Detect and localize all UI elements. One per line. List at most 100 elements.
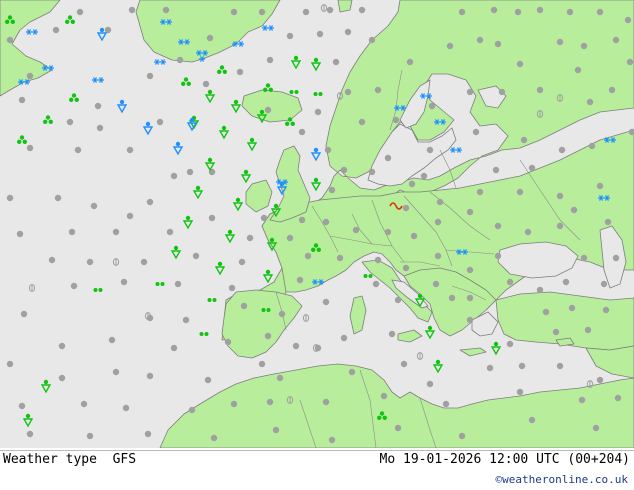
- snow-symbol: [598, 195, 610, 201]
- snow-symbol: [154, 59, 166, 65]
- rain-shower-symbol: [270, 203, 282, 218]
- cloud-dot: [272, 426, 280, 434]
- cloud-dot: [536, 6, 544, 14]
- cloud-dot: [298, 128, 306, 136]
- cloud-dot: [258, 8, 266, 16]
- cloud-dot: [506, 340, 514, 348]
- weather-map-page: Weather type GFS Mo 19-01-2026 12:00 UTC…: [0, 0, 634, 490]
- cloud-dot: [476, 188, 484, 196]
- rain-shower-symbol: [40, 379, 52, 394]
- rain-shower-symbol: [218, 125, 230, 140]
- cloud-dot: [580, 42, 588, 50]
- cloud-dot: [492, 166, 500, 174]
- cloud-dot: [336, 254, 344, 262]
- cloud-dot: [552, 328, 560, 336]
- cloud-dot: [400, 360, 408, 368]
- cloud-dot: [410, 232, 418, 240]
- rain-drizzle-symbol: [261, 308, 271, 312]
- cloud-dot: [494, 222, 502, 230]
- cloud-dot: [58, 374, 66, 382]
- cloud-dot: [558, 146, 566, 154]
- cloud-dot: [574, 66, 582, 74]
- snow-symbol: [394, 105, 406, 111]
- cloud-dot: [628, 128, 634, 136]
- cloud-dot: [128, 6, 136, 14]
- thin-cloud-symbol: [112, 258, 120, 266]
- rain-shower-symbol: [224, 229, 236, 244]
- cloud-dot: [514, 8, 522, 16]
- snow-shower-symbol: [96, 27, 108, 42]
- cloud-dot: [402, 264, 410, 272]
- rain-showers-symbol: [285, 117, 295, 127]
- thin-cloud-symbol: [416, 352, 424, 360]
- cloud-dot: [408, 180, 416, 188]
- rain-showers-symbol: [65, 15, 76, 24]
- cloud-dot: [466, 208, 474, 216]
- cloud-dot: [54, 194, 62, 202]
- cloud-dot: [286, 234, 294, 242]
- cloud-dot: [406, 58, 414, 66]
- cloud-dot: [466, 316, 474, 324]
- cloud-dot: [298, 216, 306, 224]
- cloud-dot: [358, 6, 366, 14]
- cloud-dot: [314, 108, 322, 116]
- cloud-dot: [466, 266, 474, 274]
- cloud-dot: [322, 218, 330, 226]
- rain-showers-symbol: [181, 77, 191, 87]
- cloud-dot: [122, 404, 130, 412]
- cloud-dot: [384, 154, 392, 162]
- cloud-dot: [266, 398, 274, 406]
- cloud-dot: [52, 26, 60, 34]
- cloud-dot: [348, 368, 356, 376]
- cloud-dot: [316, 30, 324, 38]
- cloud-dot: [516, 388, 524, 396]
- cloud-dot: [6, 360, 14, 368]
- rain-shower-symbol: [424, 325, 436, 340]
- snow-symbol: [420, 93, 432, 99]
- snow-symbol: [262, 25, 274, 31]
- cloud-dot: [48, 256, 56, 264]
- cloud-dot: [146, 72, 154, 80]
- cloud-dot: [296, 276, 304, 284]
- cloud-dot: [74, 146, 82, 154]
- cloud-dot: [566, 8, 574, 16]
- rain-shower-symbol: [246, 137, 258, 152]
- cloud-dot: [442, 400, 450, 408]
- credit-link[interactable]: ©weatheronline.co.uk: [496, 473, 628, 486]
- snow-symbol: [42, 65, 54, 71]
- cloud-dot: [524, 228, 532, 236]
- cloud-dot: [542, 308, 550, 316]
- cloud-dot: [340, 334, 348, 342]
- cloud-dot: [368, 36, 376, 44]
- rain-drizzle-symbol: [155, 282, 165, 286]
- cloud-dot: [322, 298, 330, 306]
- cloud-dot: [182, 316, 190, 324]
- snow-symbol: [160, 19, 172, 25]
- cloud-dot: [536, 86, 544, 94]
- cloud-dot: [304, 252, 312, 260]
- rain-shower-symbol: [310, 57, 322, 72]
- thin-cloud-symbol: [336, 92, 344, 100]
- cloud-dot: [494, 252, 502, 260]
- cloud-dot: [104, 26, 112, 34]
- cloud-dot: [528, 164, 536, 172]
- cloud-dot: [446, 42, 454, 50]
- cloud-dot: [140, 258, 148, 266]
- cloud-dot: [368, 168, 376, 176]
- rain-shower-symbol: [204, 157, 216, 172]
- rain-shower-symbol: [204, 89, 216, 104]
- cloud-dot: [568, 304, 576, 312]
- cloud-dot: [192, 252, 200, 260]
- cloud-dot: [18, 96, 26, 104]
- mist-symbol: [389, 202, 403, 210]
- rain-showers-symbol: [311, 243, 321, 252]
- cloud-dot: [458, 8, 466, 16]
- cloud-dot: [286, 32, 294, 40]
- cloud-dot: [596, 8, 604, 16]
- cloud-dot: [6, 36, 14, 44]
- cloud-dot: [612, 254, 620, 262]
- cloud-dot: [176, 56, 184, 64]
- cloud-dot: [16, 230, 24, 238]
- cloud-dot: [358, 118, 366, 126]
- cloud-dot: [80, 400, 88, 408]
